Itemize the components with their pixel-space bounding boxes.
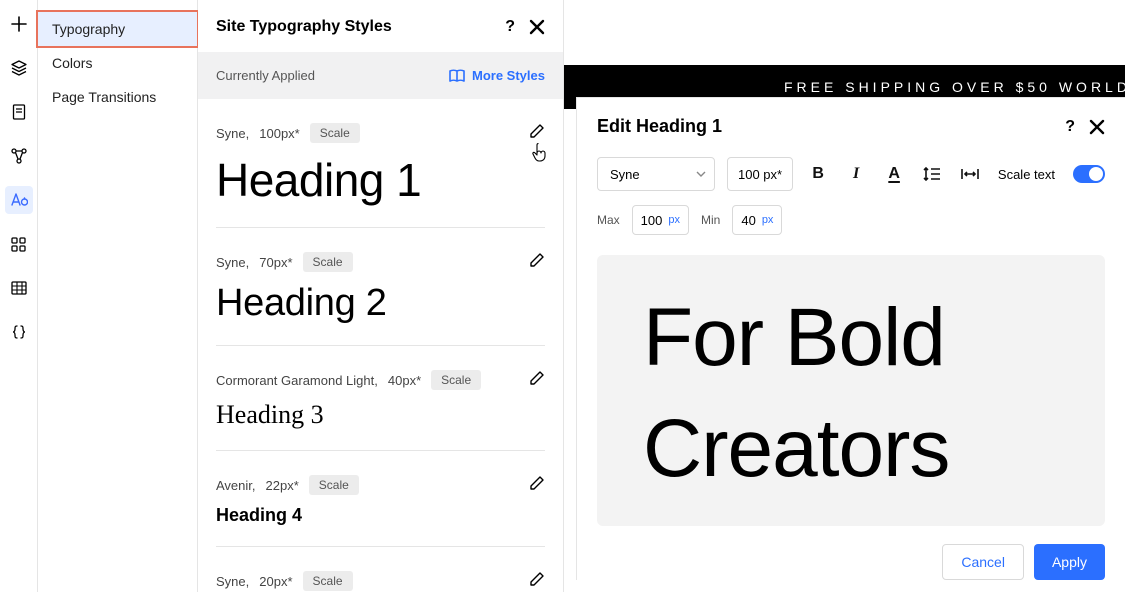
bold-icon[interactable]: B <box>805 161 831 187</box>
rail-table-icon[interactable] <box>5 274 33 302</box>
rail-typography-icon[interactable] <box>5 186 33 214</box>
letter-spacing-icon[interactable] <box>957 161 983 187</box>
editor-preview: For Bold Creators <box>597 255 1105 526</box>
font-family-value: Syne <box>610 167 640 182</box>
typo-panel-title: Site Typography Styles <box>216 18 392 36</box>
close-icon[interactable] <box>1089 119 1105 135</box>
scale-tag: Scale <box>310 123 360 143</box>
font-name: Syne, <box>216 255 249 270</box>
rail-connect-icon[interactable] <box>5 142 33 170</box>
scale-tag: Scale <box>431 370 481 390</box>
max-value: 100 <box>641 213 663 228</box>
edit-icon[interactable] <box>529 370 545 386</box>
style-preview: Heading 2 <box>216 282 545 325</box>
rail-add-icon[interactable] <box>5 10 33 38</box>
scale-text-toggle[interactable] <box>1073 165 1105 183</box>
style-preview: Heading 1 <box>216 153 545 207</box>
font-name: Syne, <box>216 126 249 141</box>
edit-icon[interactable] <box>529 252 545 268</box>
text-color-icon[interactable]: A <box>881 161 907 187</box>
sidebar-item-page-transitions[interactable]: Page Transitions <box>38 80 197 114</box>
font-size-value: 100 px* <box>738 167 782 182</box>
line-height-icon[interactable] <box>919 161 945 187</box>
rail-apps-icon[interactable] <box>5 230 33 258</box>
chevron-down-icon <box>696 171 706 177</box>
max-label: Max <box>597 213 620 227</box>
apply-button[interactable]: Apply <box>1034 544 1105 580</box>
edit-icon[interactable] <box>529 475 545 491</box>
scale-tag: Scale <box>309 475 359 495</box>
scale-tag: Scale <box>303 571 353 591</box>
font-size: 22px* <box>266 478 299 493</box>
edit-icon[interactable] <box>529 123 545 139</box>
style-block-h4[interactable]: Avenir, 22px* Scale Heading 4 <box>216 451 545 547</box>
style-preview: Heading 3 <box>216 400 545 430</box>
rail-layers-icon[interactable] <box>5 54 33 82</box>
rail-code-icon[interactable] <box>5 318 33 346</box>
more-styles-link[interactable]: More Styles <box>449 68 545 83</box>
help-icon[interactable]: ? <box>505 18 515 36</box>
scale-text-label: Scale text <box>998 167 1055 182</box>
font-size-input[interactable]: 100 px* <box>727 157 793 191</box>
font-name: Avenir, <box>216 478 256 493</box>
style-block-h1[interactable]: Syne, 100px* Scale Heading 1 <box>216 99 545 228</box>
font-name: Syne, <box>216 574 249 589</box>
font-size: 70px* <box>259 255 292 270</box>
unit-label: px <box>762 214 774 226</box>
scale-tag: Scale <box>303 252 353 272</box>
font-name: Cormorant Garamond Light, <box>216 373 378 388</box>
max-input[interactable]: 100 px <box>632 205 689 235</box>
style-preview: Heading 4 <box>216 505 545 526</box>
style-block-h3[interactable]: Cormorant Garamond Light, 40px* Scale He… <box>216 346 545 451</box>
style-block-h2[interactable]: Syne, 70px* Scale Heading 2 <box>216 228 545 346</box>
rail-page-icon[interactable] <box>5 98 33 126</box>
min-value: 40 <box>741 213 755 228</box>
min-input[interactable]: 40 px <box>732 205 782 235</box>
editor-title: Edit Heading 1 <box>597 116 722 137</box>
more-styles-label: More Styles <box>472 68 545 83</box>
font-family-select[interactable]: Syne <box>597 157 715 191</box>
help-icon[interactable]: ? <box>1065 118 1075 136</box>
unit-label: px <box>668 214 680 226</box>
cancel-button[interactable]: Cancel <box>942 544 1024 580</box>
min-label: Min <box>701 213 720 227</box>
book-icon <box>449 69 465 83</box>
cursor-pointer-icon <box>531 143 549 163</box>
close-icon[interactable] <box>529 19 545 35</box>
font-size: 20px* <box>259 574 292 589</box>
currently-applied-label: Currently Applied <box>216 68 315 83</box>
sidebar-item-colors[interactable]: Colors <box>38 46 197 80</box>
italic-icon[interactable]: I <box>843 161 869 187</box>
edit-icon[interactable] <box>529 571 545 587</box>
style-block-h5[interactable]: Syne, 20px* Scale <box>216 547 545 592</box>
font-size: 100px* <box>259 126 299 141</box>
sidebar-item-typography[interactable]: Typography <box>36 10 199 48</box>
font-size: 40px* <box>388 373 421 388</box>
